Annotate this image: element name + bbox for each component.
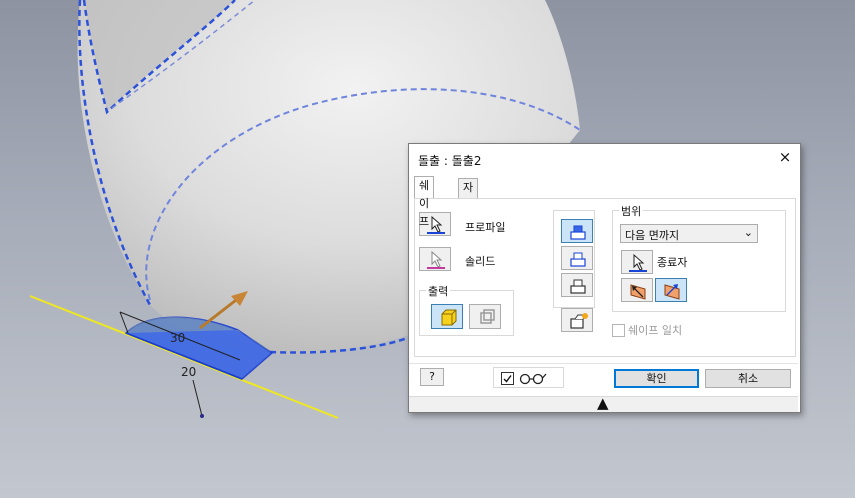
profile-label: 프로파일 — [465, 221, 506, 234]
dialog-title: 돌출 : 돌출2 — [418, 154, 482, 168]
join-icon — [570, 225, 586, 240]
new-solid-button[interactable] — [561, 308, 593, 332]
dimension-line — [192, 379, 203, 417]
cut-button[interactable] — [561, 246, 593, 270]
tab-shape[interactable]: 쉐이프 — [414, 176, 435, 228]
select-arrow-icon — [629, 253, 647, 272]
expander-bar[interactable]: ▲ — [409, 394, 798, 412]
intersect-icon — [570, 279, 586, 294]
direction-flip-icon — [630, 284, 646, 300]
close-icon[interactable]: × — [778, 150, 792, 165]
terminator-select-button[interactable] — [621, 250, 653, 274]
ok-button[interactable]: 확인 — [614, 369, 699, 388]
help-button[interactable]: ? — [420, 368, 444, 386]
dimension-anchor — [200, 414, 204, 418]
cut-icon — [570, 252, 586, 267]
output-group-title: 출력 — [426, 283, 451, 299]
extents-select[interactable]: 다음 면까지 ⌄ — [620, 224, 758, 243]
preview-checkbox[interactable] — [501, 372, 514, 385]
dimension-label-20[interactable]: 20 — [181, 365, 196, 379]
join-button[interactable] — [561, 219, 593, 243]
match-shape-label: 쉐이프 일치 — [628, 324, 683, 337]
preview-glasses-icon — [519, 373, 547, 385]
triangle-up-icon: ▲ — [597, 394, 609, 412]
direction-default-button[interactable] — [655, 278, 687, 302]
terminator-label: 종료자 — [657, 256, 688, 269]
solid-label: 솔리드 — [465, 255, 496, 268]
select-arrow-pink-icon — [427, 250, 445, 269]
cancel-button[interactable]: 취소 — [705, 369, 791, 388]
extents-select-value: 다음 면까지 — [625, 229, 680, 242]
solid-select-button[interactable] — [419, 247, 451, 271]
extrude-dialog: 돌출 : 돌출2 × 쉐이프 자세히 프로파일 솔리드 출력 — [408, 143, 801, 413]
checkmark-icon — [503, 375, 512, 383]
separator — [409, 363, 798, 364]
dimension-label-30[interactable]: 30 — [170, 331, 185, 345]
solid-cube-icon — [441, 309, 457, 326]
direction-default-icon — [664, 284, 680, 300]
new-solid-icon — [570, 313, 588, 329]
surface-icon — [480, 309, 495, 324]
preview-toggle[interactable] — [493, 367, 564, 388]
match-shape-checkbox[interactable] — [612, 324, 625, 337]
output-surface-button[interactable] — [469, 304, 501, 329]
tab-more[interactable]: 자세히 — [458, 178, 479, 230]
intersect-button[interactable] — [561, 273, 593, 297]
direction-flip-button[interactable] — [621, 278, 653, 302]
output-solid-button[interactable] — [431, 304, 463, 329]
help-icon: ? — [429, 370, 435, 383]
extents-group-title: 범위 — [619, 203, 644, 219]
chevron-down-icon: ⌄ — [743, 226, 753, 239]
